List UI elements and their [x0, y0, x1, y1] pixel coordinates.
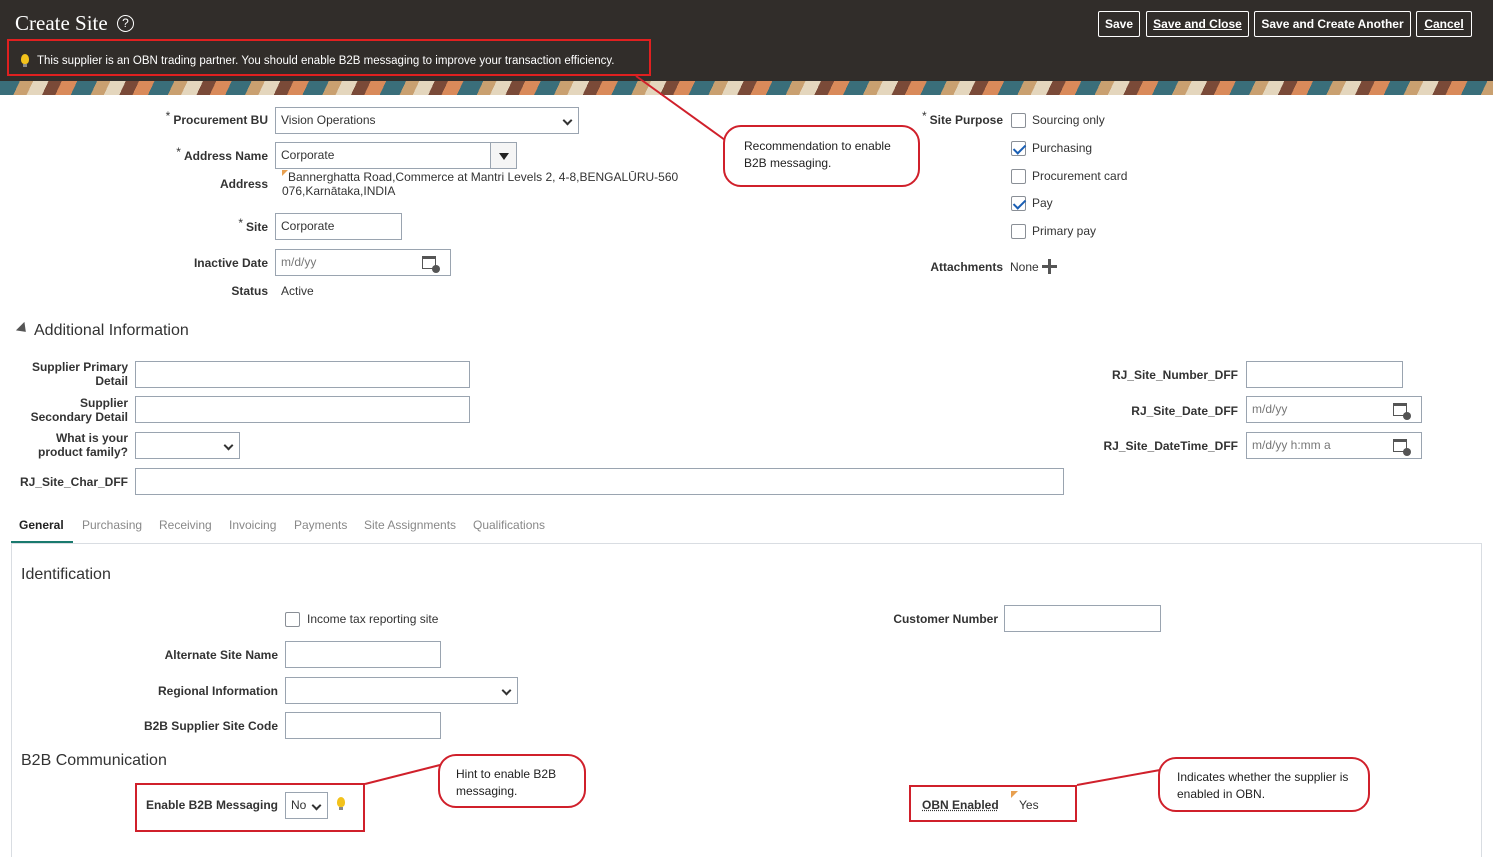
callout-recommendation: Recommendation to enable B2B messaging.	[723, 125, 920, 187]
callout-hint: Hint to enable B2B messaging.	[438, 754, 586, 808]
callout-obn-enabled: Indicates whether the supplier is enable…	[1158, 757, 1370, 812]
